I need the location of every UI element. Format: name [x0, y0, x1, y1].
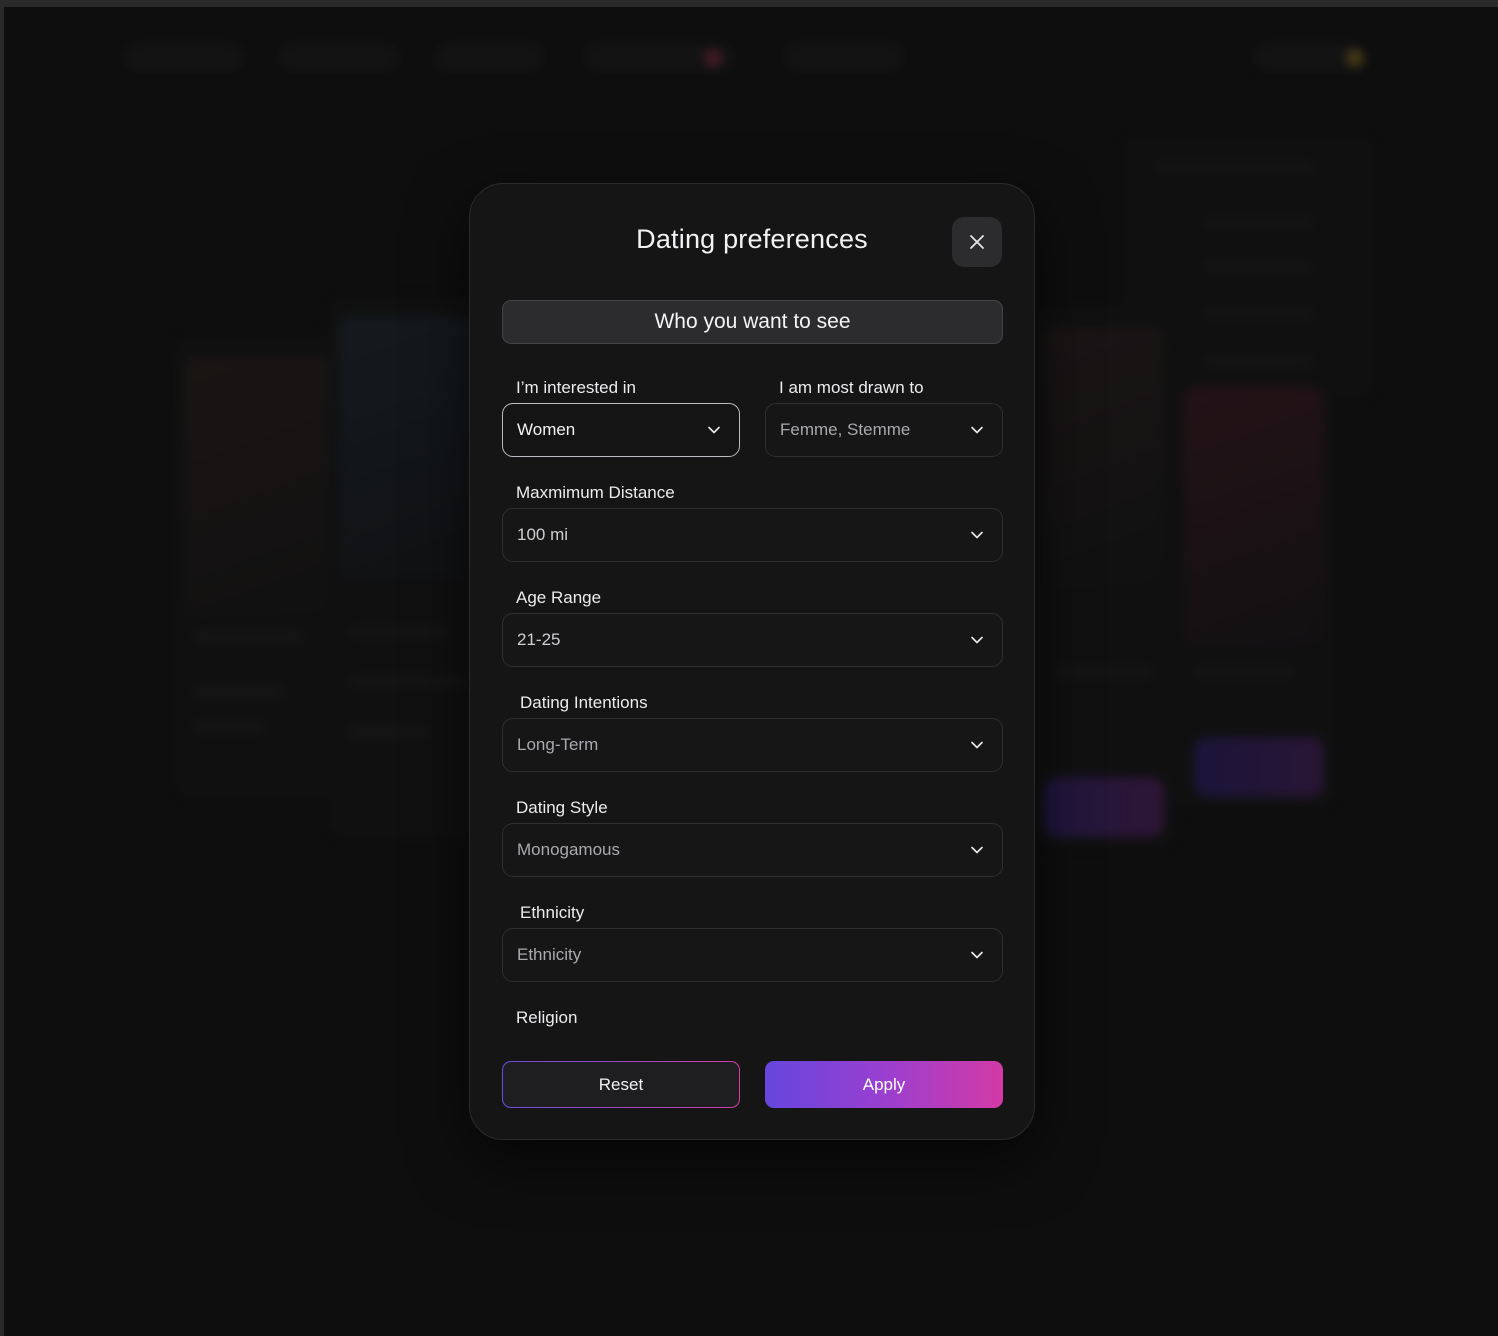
chevron-down-icon [971, 846, 983, 854]
age-range-select[interactable]: 21-25 [502, 613, 1003, 667]
dating-intentions-label: Dating Intentions [520, 693, 648, 712]
ethnicity-placeholder: Ethnicity [517, 945, 582, 964]
max-distance-value: 100 mi [517, 525, 569, 544]
dating-style-label: Dating Style [516, 798, 608, 817]
dating-intentions-value: Long-Term [517, 735, 599, 754]
drawn-to-select[interactable]: Femme, Stemme [765, 403, 1003, 457]
close-button[interactable] [952, 217, 1002, 267]
max-distance-label: Maxmimum Distance [516, 483, 675, 502]
close-icon [970, 235, 984, 249]
dating-style-value: Monogamous [517, 840, 621, 859]
drawn-to-label: I am most drawn to [779, 378, 924, 397]
dating-intentions-select[interactable]: Long-Term [502, 718, 1003, 772]
apply-button[interactable]: Apply [765, 1061, 1003, 1108]
interested-in-select[interactable]: Women [502, 403, 740, 457]
chevron-down-icon [708, 426, 720, 434]
section-header: Who you want to see [502, 300, 1003, 344]
ethnicity-select[interactable]: Ethnicity [502, 928, 1003, 982]
chevron-down-icon [971, 426, 983, 434]
interested-in-label: I’m interested in [516, 378, 636, 397]
chevron-down-icon [971, 531, 983, 539]
max-distance-select[interactable]: 100 mi [502, 508, 1003, 562]
drawn-to-value: Femme, Stemme [780, 420, 911, 439]
religion-label: Religion [516, 1008, 578, 1027]
app-frame: Dating preferences Who you want to see I… [4, 7, 1498, 1336]
chevron-down-icon [971, 951, 983, 959]
chevron-down-icon [971, 741, 983, 749]
age-range-label: Age Range [516, 588, 602, 607]
reset-button[interactable]: Reset [502, 1061, 740, 1108]
age-range-value: 21-25 [517, 630, 561, 649]
chevron-down-icon [971, 636, 983, 644]
dating-preferences-modal: Dating preferences Who you want to see I… [469, 183, 1035, 1140]
modal-title: Dating preferences [636, 224, 868, 254]
interested-in-value: Women [517, 420, 576, 439]
dating-style-select[interactable]: Monogamous [502, 823, 1003, 877]
ethnicity-label: Ethnicity [520, 903, 585, 922]
